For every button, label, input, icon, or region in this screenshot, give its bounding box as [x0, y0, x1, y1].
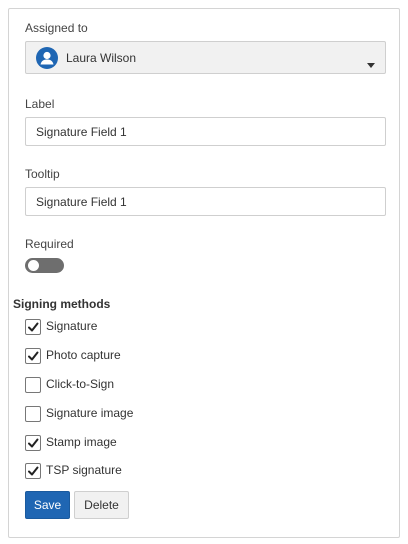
signature-checkbox[interactable] — [25, 319, 41, 335]
signing-method-label: Click-to-Sign — [46, 377, 115, 391]
tooltip-field-label: Tooltip — [25, 167, 60, 181]
signing-method-label: Signature image — [46, 406, 134, 420]
checkmark-icon — [28, 438, 39, 448]
caret-down-icon — [367, 55, 375, 73]
signing-method-label: Signature — [46, 319, 98, 333]
assigned-to-value: Laura Wilson — [66, 51, 137, 65]
photo-capture-checkbox[interactable] — [25, 348, 41, 364]
assigned-to-label: Assigned to — [25, 21, 88, 35]
signature-image-checkbox[interactable] — [25, 406, 41, 422]
label-input[interactable] — [25, 117, 386, 146]
signing-method-label: TSP signature — [46, 463, 122, 477]
delete-button[interactable]: Delete — [74, 491, 129, 519]
required-label: Required — [25, 237, 74, 251]
checkmark-icon — [28, 466, 39, 476]
signing-method-label: Photo capture — [46, 348, 121, 362]
save-button[interactable]: Save — [25, 491, 70, 519]
label-field-label: Label — [25, 97, 55, 111]
assigned-to-dropdown[interactable]: Laura Wilson — [25, 41, 386, 74]
checkmark-icon — [28, 351, 39, 361]
checkmark-icon — [28, 322, 39, 332]
stamp-image-checkbox[interactable] — [25, 435, 41, 451]
toggle-knob — [28, 260, 39, 271]
tooltip-input[interactable] — [25, 187, 386, 216]
required-toggle[interactable] — [25, 258, 64, 273]
field-properties-panel: Assigned to Laura Wilson Label Tooltip R… — [8, 8, 400, 538]
signing-methods-title: Signing methods — [13, 297, 111, 311]
signing-method-label: Stamp image — [46, 435, 117, 449]
user-icon — [36, 47, 58, 69]
click-to-sign-checkbox[interactable] — [25, 377, 41, 393]
tsp-signature-checkbox[interactable] — [25, 463, 41, 479]
